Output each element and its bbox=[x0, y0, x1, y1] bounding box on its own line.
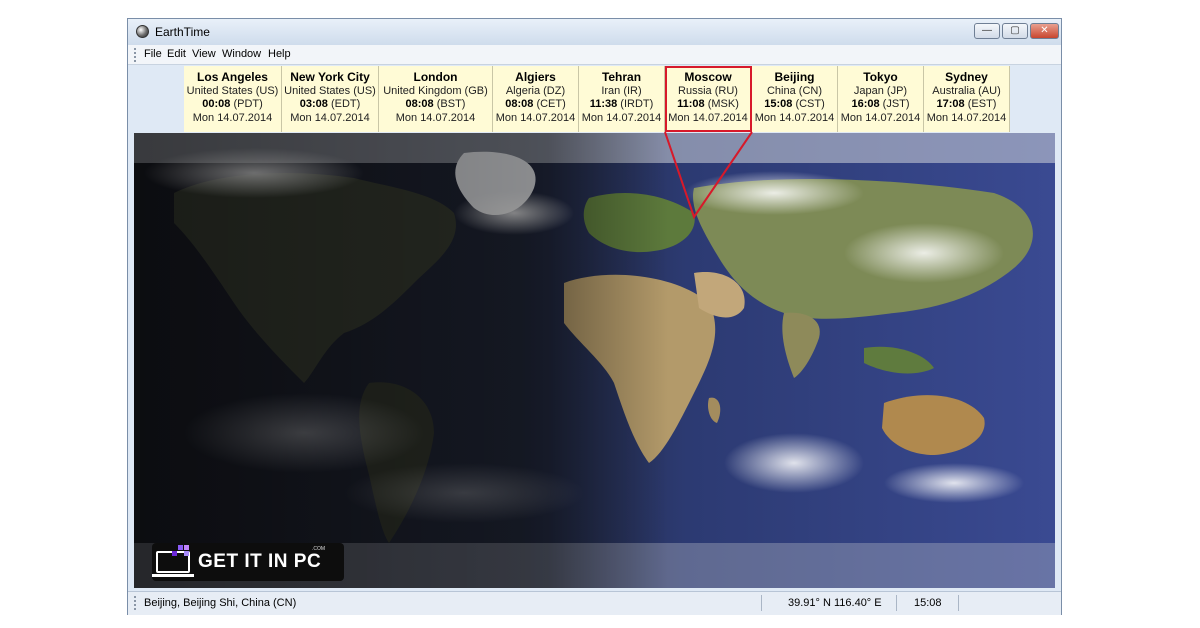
earthtime-window: EarthTime — ▢ ✕ File Edit View Window He… bbox=[127, 18, 1062, 615]
status-time: 15:08 bbox=[914, 597, 942, 609]
city-time: 15:08 bbox=[764, 98, 793, 110]
city-country: Japan (JP) bbox=[853, 84, 908, 97]
status-bar: Beijing, Beijing Shi, China (CN) 39.91° … bbox=[128, 591, 1061, 615]
city-clock-sydney[interactable]: Sydney Australia (AU) 17:08 (EST) Mon 14… bbox=[924, 66, 1010, 132]
city-time: 08:08 bbox=[405, 98, 434, 110]
city-name: New York City bbox=[290, 70, 370, 84]
city-time: 11:38 bbox=[589, 98, 618, 110]
watermark-small-text: .COM bbox=[312, 546, 326, 552]
city-date: Mon 14.07.2014 bbox=[754, 111, 835, 124]
city-zone: (MSK) bbox=[707, 98, 739, 110]
title-bar[interactable]: EarthTime — ▢ ✕ bbox=[128, 19, 1061, 45]
city-zone: (BST) bbox=[436, 98, 466, 110]
city-country: Algeria (DZ) bbox=[505, 84, 566, 97]
city-date: Mon 14.07.2014 bbox=[395, 111, 476, 124]
city-clock-new-york[interactable]: New York City United States (US) 03:08 (… bbox=[282, 66, 379, 132]
city-country: United Kingdom (GB) bbox=[383, 84, 488, 97]
close-button[interactable]: ✕ bbox=[1030, 23, 1059, 39]
city-clock-london[interactable]: London United Kingdom (GB) 08:08 (BST) M… bbox=[379, 66, 493, 132]
city-name: Los Angeles bbox=[197, 70, 268, 84]
city-date: Mon 14.07.2014 bbox=[926, 111, 1007, 124]
city-date: Mon 14.07.2014 bbox=[840, 111, 921, 124]
city-name: Tehran bbox=[601, 70, 642, 84]
city-clock-moscow[interactable]: Moscow Russia (RU) 11:08 (MSK) Mon 14.07… bbox=[665, 66, 752, 132]
pixel-icon bbox=[172, 551, 177, 556]
menu-window[interactable]: Window bbox=[222, 48, 261, 60]
pixel-icon bbox=[184, 551, 189, 556]
menu-edit[interactable]: Edit bbox=[167, 48, 186, 60]
status-grip-icon bbox=[134, 596, 138, 610]
city-zone: (IRDT) bbox=[620, 98, 654, 110]
city-name: Beijing bbox=[774, 70, 815, 84]
city-date: Mon 14.07.2014 bbox=[192, 111, 273, 124]
window-title: EarthTime bbox=[155, 25, 210, 39]
city-country: United States (US) bbox=[186, 84, 279, 97]
city-clock-tokyo[interactable]: Tokyo Japan (JP) 16:08 (JST) Mon 14.07.2… bbox=[838, 66, 924, 132]
city-clock-los-angeles[interactable]: Los Angeles United States (US) 00:08 (PD… bbox=[184, 66, 282, 132]
city-zone: (JST) bbox=[882, 98, 910, 110]
city-date: Mon 14.07.2014 bbox=[290, 111, 370, 124]
city-zone: (EDT) bbox=[330, 98, 361, 110]
city-zone: (EST) bbox=[967, 98, 997, 110]
city-clock-tehran[interactable]: Tehran Iran (IR) 11:38 (IRDT) Mon 14.07.… bbox=[579, 66, 665, 132]
city-country: United States (US) bbox=[284, 84, 376, 97]
city-zone: (CST) bbox=[795, 98, 825, 110]
city-time: 11:08 bbox=[677, 98, 705, 110]
world-map[interactable]: GET IT IN PC .COM bbox=[134, 133, 1055, 588]
minimize-button[interactable]: — bbox=[974, 23, 1000, 39]
city-time: 00:08 bbox=[202, 98, 231, 110]
status-location: Beijing, Beijing Shi, China (CN) bbox=[144, 597, 297, 609]
city-clock-algiers[interactable]: Algiers Algeria (DZ) 08:08 (CET) Mon 14.… bbox=[493, 66, 579, 132]
city-time: 16:08 bbox=[851, 98, 880, 110]
watermark-text: GET IT IN PC bbox=[198, 551, 322, 572]
city-name: Tokyo bbox=[863, 70, 898, 84]
city-name: Sydney bbox=[945, 70, 988, 84]
status-coordinates: 39.91° N 116.40° E bbox=[788, 597, 882, 609]
city-zone: (PDT) bbox=[233, 98, 263, 110]
city-country: Australia (AU) bbox=[932, 84, 1001, 97]
city-clock-beijing[interactable]: Beijing China (CN) 15:08 (CST) Mon 14.07… bbox=[752, 66, 838, 132]
menu-help[interactable]: Help bbox=[268, 48, 291, 60]
city-time: 08:08 bbox=[505, 98, 534, 110]
menu-file[interactable]: File bbox=[144, 48, 162, 60]
watermark-logo: GET IT IN PC .COM bbox=[152, 543, 344, 581]
status-divider bbox=[958, 595, 959, 611]
maximize-button[interactable]: ▢ bbox=[1002, 23, 1028, 39]
pixel-icon bbox=[178, 545, 183, 550]
status-divider bbox=[761, 595, 762, 611]
city-country: China (CN) bbox=[766, 84, 822, 97]
city-date: Mon 14.07.2014 bbox=[581, 111, 662, 124]
city-date: Mon 14.07.2014 bbox=[495, 111, 576, 124]
city-name: Moscow bbox=[684, 70, 732, 84]
city-time: 03:08 bbox=[299, 98, 328, 110]
menu-bar: File Edit View Window Help bbox=[128, 45, 1061, 65]
city-date: Mon 14.07.2014 bbox=[668, 111, 748, 124]
city-name: Algiers bbox=[515, 70, 556, 84]
city-zone: (CET) bbox=[536, 98, 566, 110]
city-time: 17:08 bbox=[936, 98, 965, 110]
status-divider bbox=[896, 595, 897, 611]
city-country: Iran (IR) bbox=[601, 84, 642, 97]
menu-grip-icon bbox=[134, 48, 138, 62]
pixel-icon bbox=[184, 545, 189, 550]
world-map-graphic bbox=[134, 133, 1055, 588]
menu-view[interactable]: View bbox=[192, 48, 216, 60]
city-name: London bbox=[413, 70, 458, 84]
globe-icon bbox=[136, 25, 149, 38]
city-country: Russia (RU) bbox=[678, 84, 738, 97]
